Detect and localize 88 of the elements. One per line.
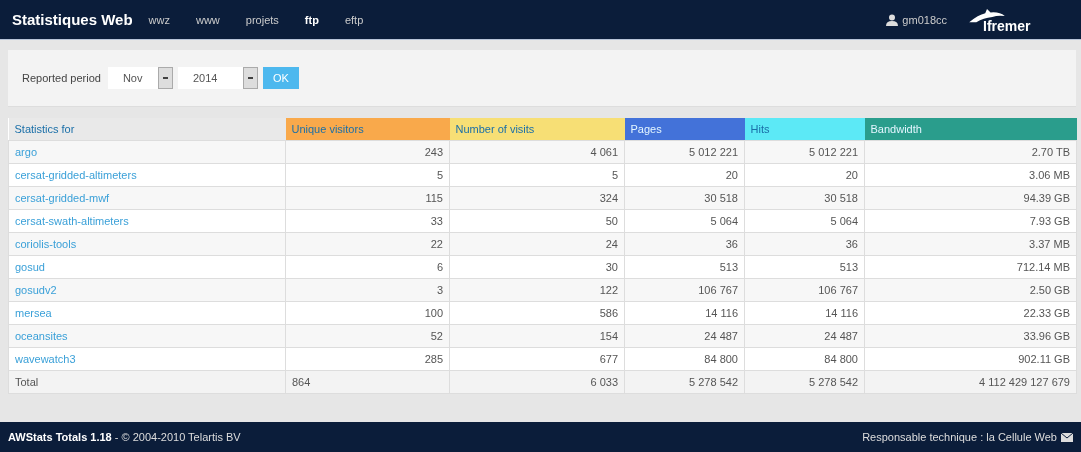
table-cell: 84 800	[624, 347, 745, 371]
column-header: Hits	[744, 118, 865, 141]
table-cell: 3	[285, 278, 450, 302]
table-cell: 24 487	[744, 324, 865, 348]
table-cell: 5 064	[744, 209, 865, 233]
project-link[interactable]: gosud	[15, 261, 45, 273]
column-header: Statistics for	[8, 118, 286, 141]
table-cell: 324	[449, 186, 625, 210]
column-header: Bandwidth	[864, 118, 1077, 141]
table-cell: 3.06 MB	[864, 163, 1077, 187]
table-cell: 106 767	[624, 278, 745, 302]
table-cell: 33.96 GB	[864, 324, 1077, 348]
logo-text: Ifremer	[983, 17, 1031, 34]
period-label: Reported period	[22, 72, 101, 84]
project-link[interactable]: gosudv2	[15, 284, 57, 296]
year-select[interactable]: 2014	[177, 67, 258, 89]
site-title[interactable]: Statistiques Web	[12, 11, 133, 28]
project-link[interactable]: argo	[15, 146, 38, 158]
table-cell: 22	[285, 232, 450, 256]
table-cell: 902.11 GB	[864, 347, 1077, 371]
table-cell: 36	[624, 232, 745, 256]
table-cell: 14 116	[624, 301, 745, 325]
month-select[interactable]: Nov	[107, 67, 173, 89]
table-cell: 30	[449, 255, 625, 279]
table-cell: 100	[285, 301, 450, 325]
table-cell: 5	[285, 163, 450, 187]
table-cell: 50	[449, 209, 625, 233]
table-cell: 513	[624, 255, 745, 279]
project-link[interactable]: wavewatch3	[15, 353, 76, 365]
ok-button[interactable]: OK	[262, 67, 299, 89]
total-cell: 6 033	[449, 370, 625, 394]
table-cell: 22.33 GB	[864, 301, 1077, 325]
project-link[interactable]: mersea	[15, 307, 52, 319]
total-cell: 5 278 542	[744, 370, 865, 394]
table-cell: 24	[449, 232, 625, 256]
table-cell: 586	[449, 301, 625, 325]
table-cell: 30 518	[744, 186, 865, 210]
table-cell: 7.93 GB	[864, 209, 1077, 233]
project-link[interactable]: cersat-gridded-mwf	[15, 192, 110, 204]
nav-link[interactable]: www	[196, 13, 220, 26]
table-cell: 20	[624, 163, 745, 187]
nav-link[interactable]: eftp	[344, 13, 364, 26]
table-cell: 5	[449, 163, 625, 187]
table-cell: 5 012 221	[744, 140, 865, 164]
table-cell: 6	[285, 255, 450, 279]
column-header: Unique visitors	[285, 118, 450, 141]
table-cell: 513	[744, 255, 865, 279]
dropdown-icon	[157, 67, 173, 89]
table-cell: 33	[285, 209, 450, 233]
table-cell: 24 487	[624, 324, 745, 348]
total-cell: 5 278 542	[624, 370, 745, 394]
table-cell: 36	[744, 232, 865, 256]
column-header: Number of visits	[449, 118, 625, 141]
table-cell: 122	[449, 278, 625, 302]
table-cell: 5 012 221	[624, 140, 745, 164]
total-cell: 864	[285, 370, 450, 394]
table-cell: 30 518	[624, 186, 745, 210]
table-cell: 2.50 GB	[864, 278, 1077, 302]
table-cell: 243	[285, 140, 450, 164]
project-link[interactable]: coriolis-tools	[15, 238, 77, 250]
nav-link[interactable]: ftp	[304, 13, 319, 26]
table-cell: 677	[449, 347, 625, 371]
table-cell: 20	[744, 163, 865, 187]
nav-link[interactable]: projets	[245, 13, 279, 26]
table-cell: 285	[285, 347, 450, 371]
table-cell: 3.37 MB	[864, 232, 1077, 256]
column-header: Pages	[624, 118, 745, 141]
table-cell: 154	[449, 324, 625, 348]
table-cell: 5 064	[624, 209, 745, 233]
project-link[interactable]: oceansites	[15, 330, 68, 342]
nav-link[interactable]: wwz	[148, 13, 170, 26]
table-cell: 14 116	[744, 301, 865, 325]
total-label: Total	[8, 370, 286, 394]
table-cell: 2.70 TB	[864, 140, 1077, 164]
table-cell: 106 767	[744, 278, 865, 302]
table-cell: 712.14 MB	[864, 255, 1077, 279]
username[interactable]: gm018cc	[902, 13, 947, 26]
contact-link[interactable]: Responsable technique : la Cellule Web	[862, 431, 1057, 443]
table-cell: 94.39 GB	[864, 186, 1077, 210]
table-cell: 4 061	[449, 140, 625, 164]
table-cell: 84 800	[744, 347, 865, 371]
credits-text: AWStats Totals 1.18 - © 2004-2010 Telartis BV	[8, 431, 241, 443]
table-cell: 115	[285, 186, 450, 210]
total-cell: 4 112 429 127 679	[864, 370, 1077, 394]
table-cell: 52	[285, 324, 450, 348]
user-icon	[886, 13, 899, 26]
envelope-icon	[1061, 432, 1073, 442]
dropdown-icon	[242, 67, 258, 89]
